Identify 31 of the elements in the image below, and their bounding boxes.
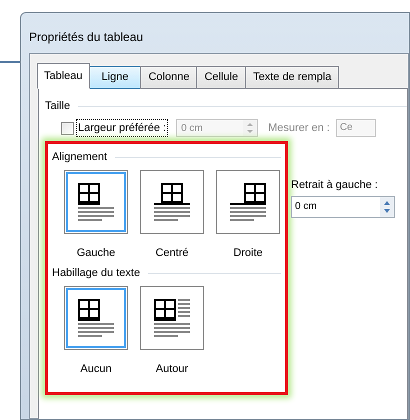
table-layout-icon [78,299,114,337]
option-label: Gauche [76,246,116,260]
tab[interactable]: Colonne [140,66,198,89]
measure-label: Mesurer en : [268,120,330,136]
tab[interactable]: Ligne [88,66,142,89]
group-heading: Taille [45,98,70,114]
checkbox[interactable] [61,122,74,134]
window-title: Propriétés du tableau [29,29,144,46]
indent-field[interactable]: 0 cm [291,196,395,218]
option-button[interactable] [64,286,128,350]
group-heading: Alignement [52,150,108,165]
table-layout-icon [154,299,190,337]
table-layout-icon [78,183,114,221]
indent-label: Retrait à gauche : [291,178,379,193]
tab[interactable]: Cellule [196,66,246,89]
rule-line [0,61,20,63]
option-button[interactable] [140,170,204,234]
table-layout-icon [230,183,266,221]
option-label: Centré [155,246,189,260]
option-button[interactable] [140,286,204,350]
option-label: Autour [156,362,188,376]
group-heading: Habillage du texte [52,266,140,281]
spin-icon[interactable] [380,196,394,216]
checkbox-label[interactable]: Largeur préférée : [76,118,168,138]
option-button[interactable] [64,170,128,234]
table-layout-icon [154,183,190,221]
option-label: Aucun [80,362,112,376]
tab[interactable]: Texte de rempla [245,66,340,89]
option-label: Droite [233,246,263,260]
tab[interactable]: Tableau [37,63,90,89]
option-button[interactable] [216,170,280,234]
